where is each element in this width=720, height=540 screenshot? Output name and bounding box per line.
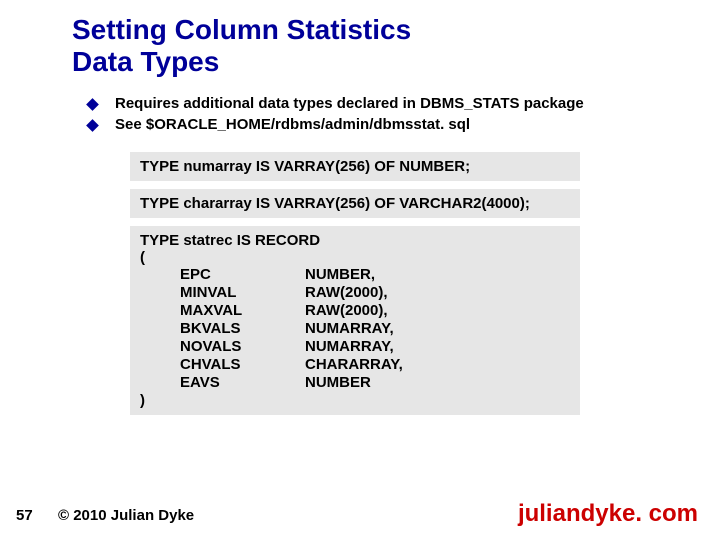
diamond-icon bbox=[86, 119, 99, 132]
field-type: NUMBER, bbox=[305, 266, 403, 284]
field-type: CHARARRAY, bbox=[305, 356, 403, 374]
field-type: NUMBER bbox=[305, 374, 403, 392]
code-statrec: TYPE statrec IS RECORD ( EPCNUMBER, MINV… bbox=[130, 226, 580, 415]
bullet-list: Requires additional data types declared … bbox=[88, 95, 648, 137]
field-type: RAW(2000), bbox=[305, 302, 403, 320]
field-type: NUMARRAY, bbox=[305, 338, 403, 356]
field-row: EAVSNUMBER bbox=[180, 374, 403, 392]
copyright: © 2010 Julian Dyke bbox=[58, 507, 194, 524]
field-type: NUMARRAY, bbox=[305, 320, 403, 338]
field-name: EPC bbox=[180, 266, 305, 284]
bullet-item: See $ORACLE_HOME/rdbms/admin/dbmsstat. s… bbox=[88, 116, 648, 134]
diamond-icon bbox=[86, 98, 99, 111]
code-chararray: TYPE chararray IS VARRAY(256) OF VARCHAR… bbox=[130, 189, 580, 218]
slide-title: Setting Column Statistics Data Types bbox=[72, 14, 652, 78]
site-url: juliandyke. com bbox=[518, 500, 698, 528]
field-name: CHVALS bbox=[180, 356, 305, 374]
field-name: BKVALS bbox=[180, 320, 305, 338]
record-fields: EPCNUMBER, MINVALRAW(2000), MAXVALRAW(20… bbox=[180, 266, 403, 392]
code-line: ) bbox=[140, 392, 570, 409]
code-line: TYPE statrec IS RECORD bbox=[140, 232, 570, 249]
field-row: EPCNUMBER, bbox=[180, 266, 403, 284]
field-row: NOVALSNUMARRAY, bbox=[180, 338, 403, 356]
bullet-item: Requires additional data types declared … bbox=[88, 95, 648, 113]
field-name: EAVS bbox=[180, 374, 305, 392]
bullet-text: Requires additional data types declared … bbox=[115, 95, 584, 113]
field-name: MAXVAL bbox=[180, 302, 305, 320]
field-row: CHVALSCHARARRAY, bbox=[180, 356, 403, 374]
field-row: MINVALRAW(2000), bbox=[180, 284, 403, 302]
field-row: BKVALSNUMARRAY, bbox=[180, 320, 403, 338]
field-name: MINVAL bbox=[180, 284, 305, 302]
field-row: MAXVALRAW(2000), bbox=[180, 302, 403, 320]
field-name: NOVALS bbox=[180, 338, 305, 356]
code-numarray: TYPE numarray IS VARRAY(256) OF NUMBER; bbox=[130, 152, 580, 181]
page-number: 57 bbox=[16, 507, 33, 524]
code-line: ( bbox=[140, 249, 570, 266]
bullet-text: See $ORACLE_HOME/rdbms/admin/dbmsstat. s… bbox=[115, 116, 470, 134]
slide: Setting Column Statistics Data Types Req… bbox=[0, 0, 720, 540]
field-type: RAW(2000), bbox=[305, 284, 403, 302]
